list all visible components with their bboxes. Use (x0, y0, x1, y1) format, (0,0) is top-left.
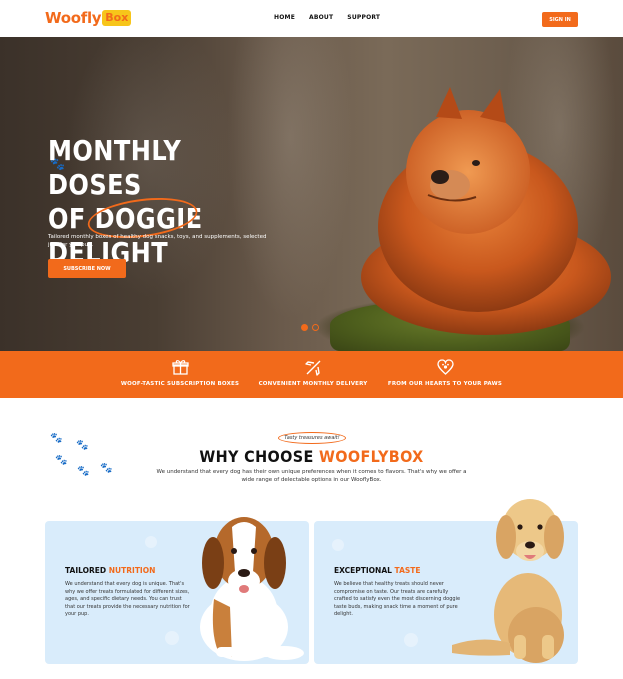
bubble-decoration (404, 633, 418, 647)
airplane-icon (248, 359, 378, 376)
why-description: We understand that every dog has their o… (156, 469, 467, 483)
card-title-prefix: EXCEPTIONAL (334, 566, 395, 575)
carousel-dot-2[interactable] (312, 324, 319, 331)
carousel-dot-1[interactable] (301, 324, 308, 331)
hero-title-highlight: DOGGIE (86, 192, 203, 244)
golden-retriever-dog-image (452, 499, 564, 663)
feature-subscription: WOOF-TASTIC SUBSCRIPTION BOXES (115, 359, 245, 387)
bubble-decoration (332, 539, 344, 551)
feature-hearts: FROM OUR HEARTS TO YOUR PAWS (380, 359, 510, 387)
hero-banner: 🐾 MONTHLY DOSES OF DOGGIE DELIGHT Tailor… (0, 37, 623, 351)
card-text: We understand that every dog is unique. … (65, 581, 190, 617)
card-title-prefix: TAILORED (65, 566, 109, 575)
nav-home[interactable]: HOME (274, 14, 295, 21)
why-title-accent: WOOFLYBOX (319, 447, 424, 466)
hero-title: MONTHLY DOSES OF DOGGIE DELIGHT (48, 134, 272, 270)
feature-label: FROM OUR HEARTS TO YOUR PAWS (387, 381, 503, 387)
hero-subtitle: Tailored monthly boxes of healthy dog sn… (48, 234, 267, 248)
paw-decoration-icon: 🐾 (77, 466, 90, 477)
card-tailored-nutrition: TAILORED NUTRITION We understand that ev… (45, 517, 309, 664)
hero-title-line2: OF DOGGIE (48, 192, 272, 244)
sign-in-button[interactable]: SIGN IN (542, 12, 578, 27)
card-title-accent: NUTRITION (108, 566, 156, 575)
feature-band: WOOF-TASTIC SUBSCRIPTION BOXES CONVENIEN… (0, 351, 623, 398)
section-tagline: Tasty treasures await! (278, 432, 346, 444)
main-nav: HOME ABOUT SUPPORT (274, 14, 380, 21)
hero-title-line1: MONTHLY DOSES (48, 134, 182, 201)
why-title: WHY CHOOSE WOOFLYBOX (31, 447, 592, 466)
beagle-dog-image (200, 517, 304, 661)
logo-word: Woofly (45, 9, 102, 27)
feature-label: WOOF-TASTIC SUBSCRIPTION BOXES (120, 381, 240, 387)
page: Woofly Box HOME ABOUT SUPPORT SIGN IN 🐾 … (0, 0, 623, 679)
gift-box-icon (115, 359, 245, 376)
heart-paw-icon (380, 359, 510, 376)
bubble-decoration (165, 631, 179, 645)
chow-chow-dog-image (361, 87, 611, 335)
bubble-decoration (145, 536, 157, 548)
site-header: Woofly Box HOME ABOUT SUPPORT SIGN IN (0, 0, 623, 37)
nav-about[interactable]: ABOUT (309, 14, 333, 21)
logo-box: Box (102, 10, 132, 26)
feature-delivery: CONVENIENT MONTHLY DELIVERY (248, 359, 378, 387)
why-title-prefix: WHY CHOOSE (199, 447, 320, 466)
card-title-accent: TASTE (394, 566, 421, 575)
nav-support[interactable]: SUPPORT (347, 14, 380, 21)
carousel-dots (301, 324, 319, 331)
hero-title-prefix: OF (48, 202, 95, 235)
feature-label: CONVENIENT MONTHLY DELIVERY (258, 381, 368, 387)
paw-decoration-icon: 🐾 (50, 433, 63, 444)
card-title: TAILORED NUTRITION (65, 566, 155, 575)
logo[interactable]: Woofly Box (45, 8, 132, 28)
card-title: EXCEPTIONAL TASTE (334, 566, 421, 575)
card-exceptional-taste: EXCEPTIONAL TASTE We believe that health… (314, 499, 578, 664)
subscribe-now-button[interactable]: SUBSCRIBE NOW (48, 259, 126, 278)
